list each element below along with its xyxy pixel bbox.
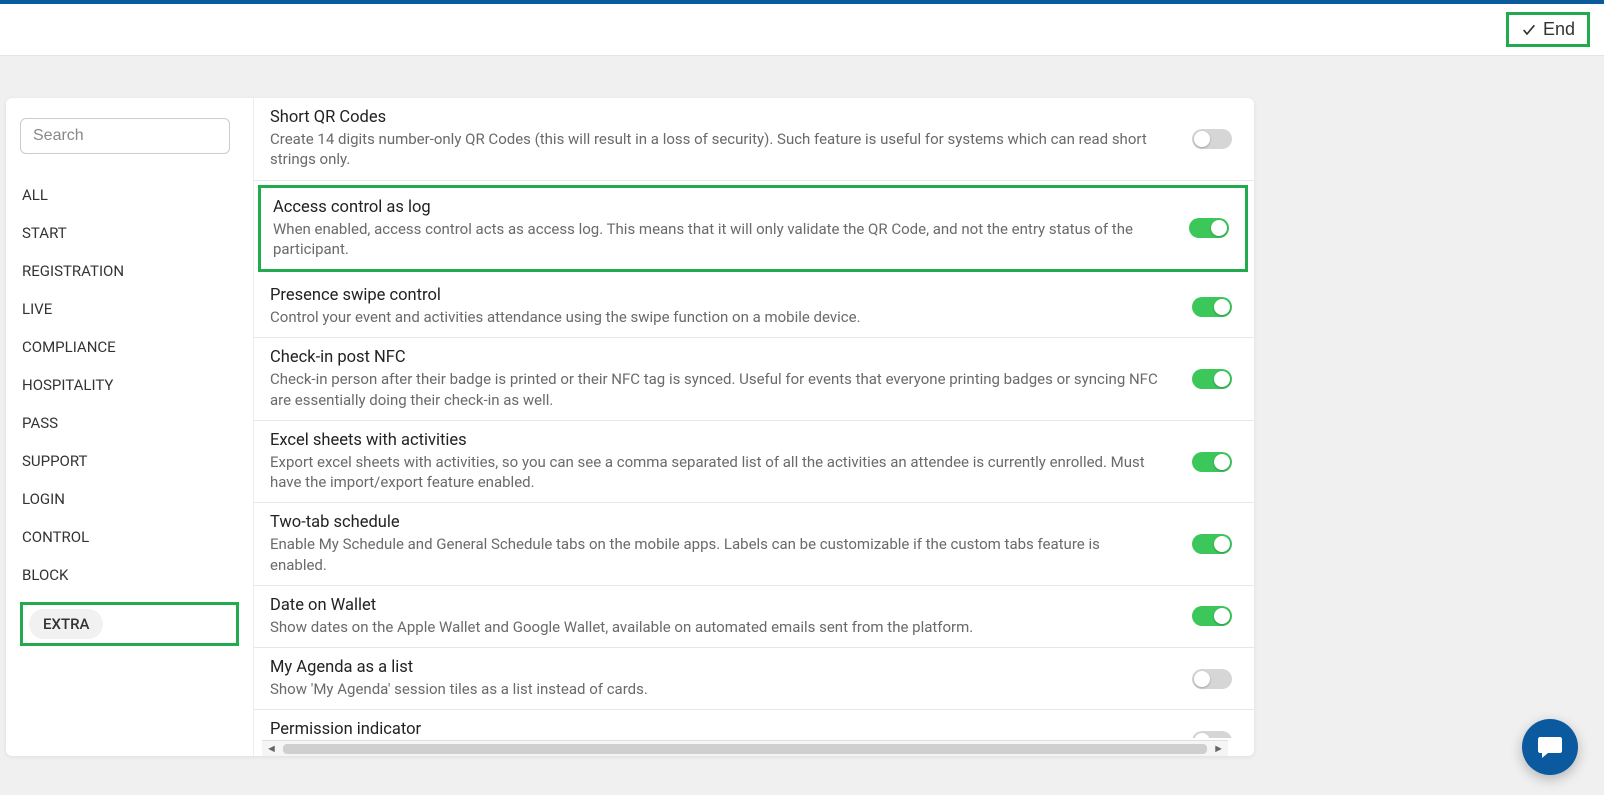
setting-row: Check-in post NFC Check-in person after t… xyxy=(254,338,1254,421)
setting-row: Short QR Codes Create 14 digits number-on… xyxy=(254,98,1254,181)
setting-row: My Agenda as a list Show 'My Agenda' sess… xyxy=(254,648,1254,710)
setting-title: Two-tab schedule xyxy=(270,513,1188,532)
setting-toggle[interactable] xyxy=(1192,129,1232,149)
setting-title: Excel sheets with activities xyxy=(270,431,1188,450)
setting-description: Control your event and activities attend… xyxy=(270,307,1160,327)
sidebar-item-all[interactable]: ALL xyxy=(20,176,239,214)
toggle-knob xyxy=(1214,536,1230,552)
sidebar-item-registration[interactable]: REGISTRATION xyxy=(20,252,239,290)
setting-toggle[interactable] xyxy=(1192,534,1232,554)
setting-row: Date on Wallet Show dates on the Apple Wa… xyxy=(254,586,1254,648)
sidebar-item-login[interactable]: LOGIN xyxy=(20,480,239,518)
toggle-knob xyxy=(1214,299,1230,315)
settings-panel: ALL START REGISTRATION LIVE COMPLIANCE H… xyxy=(6,98,1254,756)
setting-description: Check-in person after their badge is pri… xyxy=(270,369,1160,410)
scroll-right-icon[interactable]: ► xyxy=(1209,742,1228,755)
setting-row: Access control as log When enabled, acces… xyxy=(258,185,1248,273)
setting-toggle[interactable] xyxy=(1192,297,1232,317)
setting-row: Two-tab schedule Enable My Schedule and G… xyxy=(254,503,1254,586)
toggle-knob xyxy=(1214,371,1230,387)
setting-description: Enable My Schedule and General Schedule … xyxy=(270,534,1160,575)
category-list: ALL START REGISTRATION LIVE COMPLIANCE H… xyxy=(20,176,239,646)
setting-description: Show 'My Agenda' session tiles as a list… xyxy=(270,679,1160,699)
setting-toggle[interactable] xyxy=(1192,606,1232,626)
sidebar-item-support[interactable]: SUPPORT xyxy=(20,442,239,480)
sidebar-item-control[interactable]: CONTROL xyxy=(20,518,239,556)
setting-description: Create 14 digits number-only QR Codes (t… xyxy=(270,129,1160,170)
setting-title: Access control as log xyxy=(273,198,1185,217)
end-button-label: End xyxy=(1543,19,1575,40)
sidebar-item-live[interactable]: LIVE xyxy=(20,290,239,328)
setting-title: Check-in post NFC xyxy=(270,348,1188,367)
setting-description: When enabled, access control acts as acc… xyxy=(273,219,1163,260)
setting-title: Permission indicator xyxy=(270,720,1188,738)
setting-title: Short QR Codes xyxy=(270,108,1188,127)
sidebar: ALL START REGISTRATION LIVE COMPLIANCE H… xyxy=(6,98,254,756)
setting-description: Export excel sheets with activities, so … xyxy=(270,452,1160,493)
setting-row: Permission indicatorShow permission indi… xyxy=(254,710,1254,738)
check-icon xyxy=(1521,22,1537,38)
setting-title: Date on Wallet xyxy=(270,596,1188,615)
header-bar: End xyxy=(0,4,1604,56)
sidebar-item-compliance[interactable]: COMPLIANCE xyxy=(20,328,239,366)
setting-toggle[interactable] xyxy=(1192,669,1232,689)
setting-toggle[interactable] xyxy=(1192,731,1232,738)
setting-row: Excel sheets with activities Export excel… xyxy=(254,421,1254,504)
setting-title: My Agenda as a list xyxy=(270,658,1188,677)
sidebar-item-extra-highlight: EXTRA xyxy=(20,602,239,646)
scroll-left-icon[interactable]: ◄ xyxy=(262,742,281,755)
setting-toggle[interactable] xyxy=(1189,218,1229,238)
horizontal-scroll-thumb[interactable] xyxy=(283,744,1207,754)
sidebar-item-block[interactable]: BLOCK xyxy=(20,556,239,594)
toggle-knob xyxy=(1194,131,1210,147)
toggle-knob xyxy=(1211,220,1227,236)
chat-widget-button[interactable] xyxy=(1522,719,1578,775)
horizontal-scrollbar[interactable]: ◄ ► xyxy=(262,740,1228,756)
toggle-knob xyxy=(1194,671,1210,687)
sidebar-item-pass[interactable]: PASS xyxy=(20,404,239,442)
toggle-knob xyxy=(1214,608,1230,624)
sidebar-item-start[interactable]: START xyxy=(20,214,239,252)
chat-icon xyxy=(1536,734,1564,760)
setting-title: Presence swipe control xyxy=(270,286,1188,305)
settings-content: Short QR Codes Create 14 digits number-on… xyxy=(254,98,1254,756)
toggle-knob xyxy=(1194,733,1210,738)
sidebar-item-hospitality[interactable]: HOSPITALITY xyxy=(20,366,239,404)
toggle-knob xyxy=(1214,454,1230,470)
search-input[interactable] xyxy=(20,118,230,154)
setting-toggle[interactable] xyxy=(1192,452,1232,472)
sidebar-item-extra[interactable]: EXTRA xyxy=(29,609,103,639)
end-button[interactable]: End xyxy=(1506,12,1590,47)
setting-description: Show dates on the Apple Wallet and Googl… xyxy=(270,617,1160,637)
setting-toggle[interactable] xyxy=(1192,369,1232,389)
setting-row: Presence swipe control Control your event… xyxy=(254,276,1254,338)
settings-scroll[interactable]: Short QR Codes Create 14 digits number-on… xyxy=(254,98,1254,738)
